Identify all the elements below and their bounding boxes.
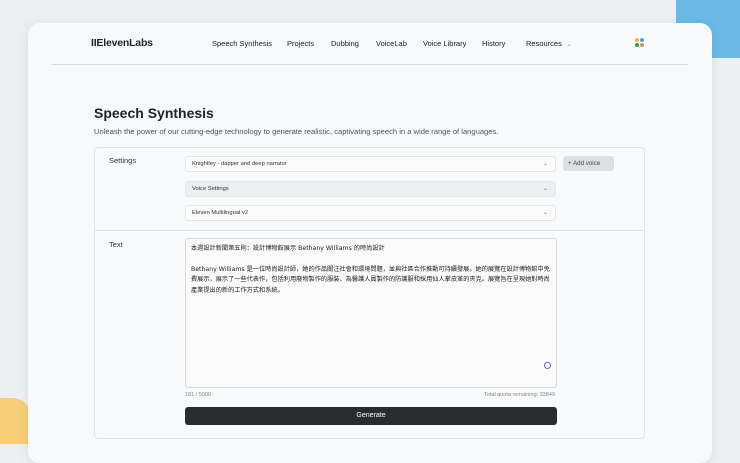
- nav-projects[interactable]: Projects: [287, 39, 314, 48]
- settings-label: Settings: [109, 156, 137, 165]
- text-line: 本週設計新聞第五則：設計博物館展示 Bethany Williams 的時尚設計: [191, 245, 385, 252]
- voice-settings-toggle[interactable]: Voice Settings ⌄: [185, 181, 556, 197]
- text-paragraph: Bethany Williams 是一位時尚設計師，她的作品關注社會和環境問題，…: [191, 265, 550, 294]
- model-select-value: Eleven Multilingual v2: [192, 210, 249, 216]
- voice-select[interactable]: Knightley - dapper and deep narrator ⌄: [185, 156, 556, 172]
- nav-voice-library[interactable]: Voice Library: [423, 39, 466, 48]
- apps-icon[interactable]: [635, 38, 645, 48]
- voice-settings-label: Voice Settings: [192, 186, 229, 192]
- section-divider: [95, 230, 644, 231]
- navbar: IIElevenLabs Speech Synthesis Projects D…: [28, 23, 712, 65]
- ai-assist-icon[interactable]: [544, 362, 551, 369]
- add-voice-label: Add voice: [573, 160, 601, 167]
- model-select[interactable]: Eleven Multilingual v2 ⌄: [185, 205, 556, 221]
- nav-history[interactable]: History: [482, 39, 505, 48]
- main-window: IIElevenLabs Speech Synthesis Projects D…: [28, 23, 712, 463]
- character-count: 181 / 5000: [185, 392, 211, 398]
- text-input[interactable]: 本週設計新聞第五則：設計博物館展示 Bethany Williams 的時尚設計…: [185, 238, 557, 388]
- add-voice-button[interactable]: + Add voice: [563, 156, 614, 171]
- nav-voicelab[interactable]: VoiceLab: [376, 39, 407, 48]
- chevron-down-icon: ⌄: [542, 161, 548, 167]
- chevron-down-icon: ⌄: [542, 210, 548, 216]
- generate-button[interactable]: Generate: [185, 407, 557, 425]
- nav-dubbing[interactable]: Dubbing: [331, 39, 359, 48]
- nav-speech-synthesis[interactable]: Speech Synthesis: [212, 39, 272, 48]
- chevron-down-icon: ⌄: [566, 42, 572, 48]
- voice-select-value: Knightley - dapper and deep narrator: [192, 161, 287, 167]
- page-subtitle: Unleash the power of our cutting-edge te…: [94, 127, 499, 136]
- text-label: Text: [109, 240, 123, 249]
- nav-resources[interactable]: Resources ⌄: [526, 39, 572, 48]
- quota-remaining: Total quota remaining: 33849: [484, 392, 555, 398]
- logo[interactable]: IIElevenLabs: [91, 37, 153, 49]
- chevron-down-icon: ⌄: [542, 186, 548, 192]
- synthesis-form: Settings Knightley - dapper and deep nar…: [94, 147, 645, 439]
- nav-resources-label: Resources: [526, 39, 562, 48]
- divider: [52, 64, 688, 65]
- page-title: Speech Synthesis: [94, 105, 214, 121]
